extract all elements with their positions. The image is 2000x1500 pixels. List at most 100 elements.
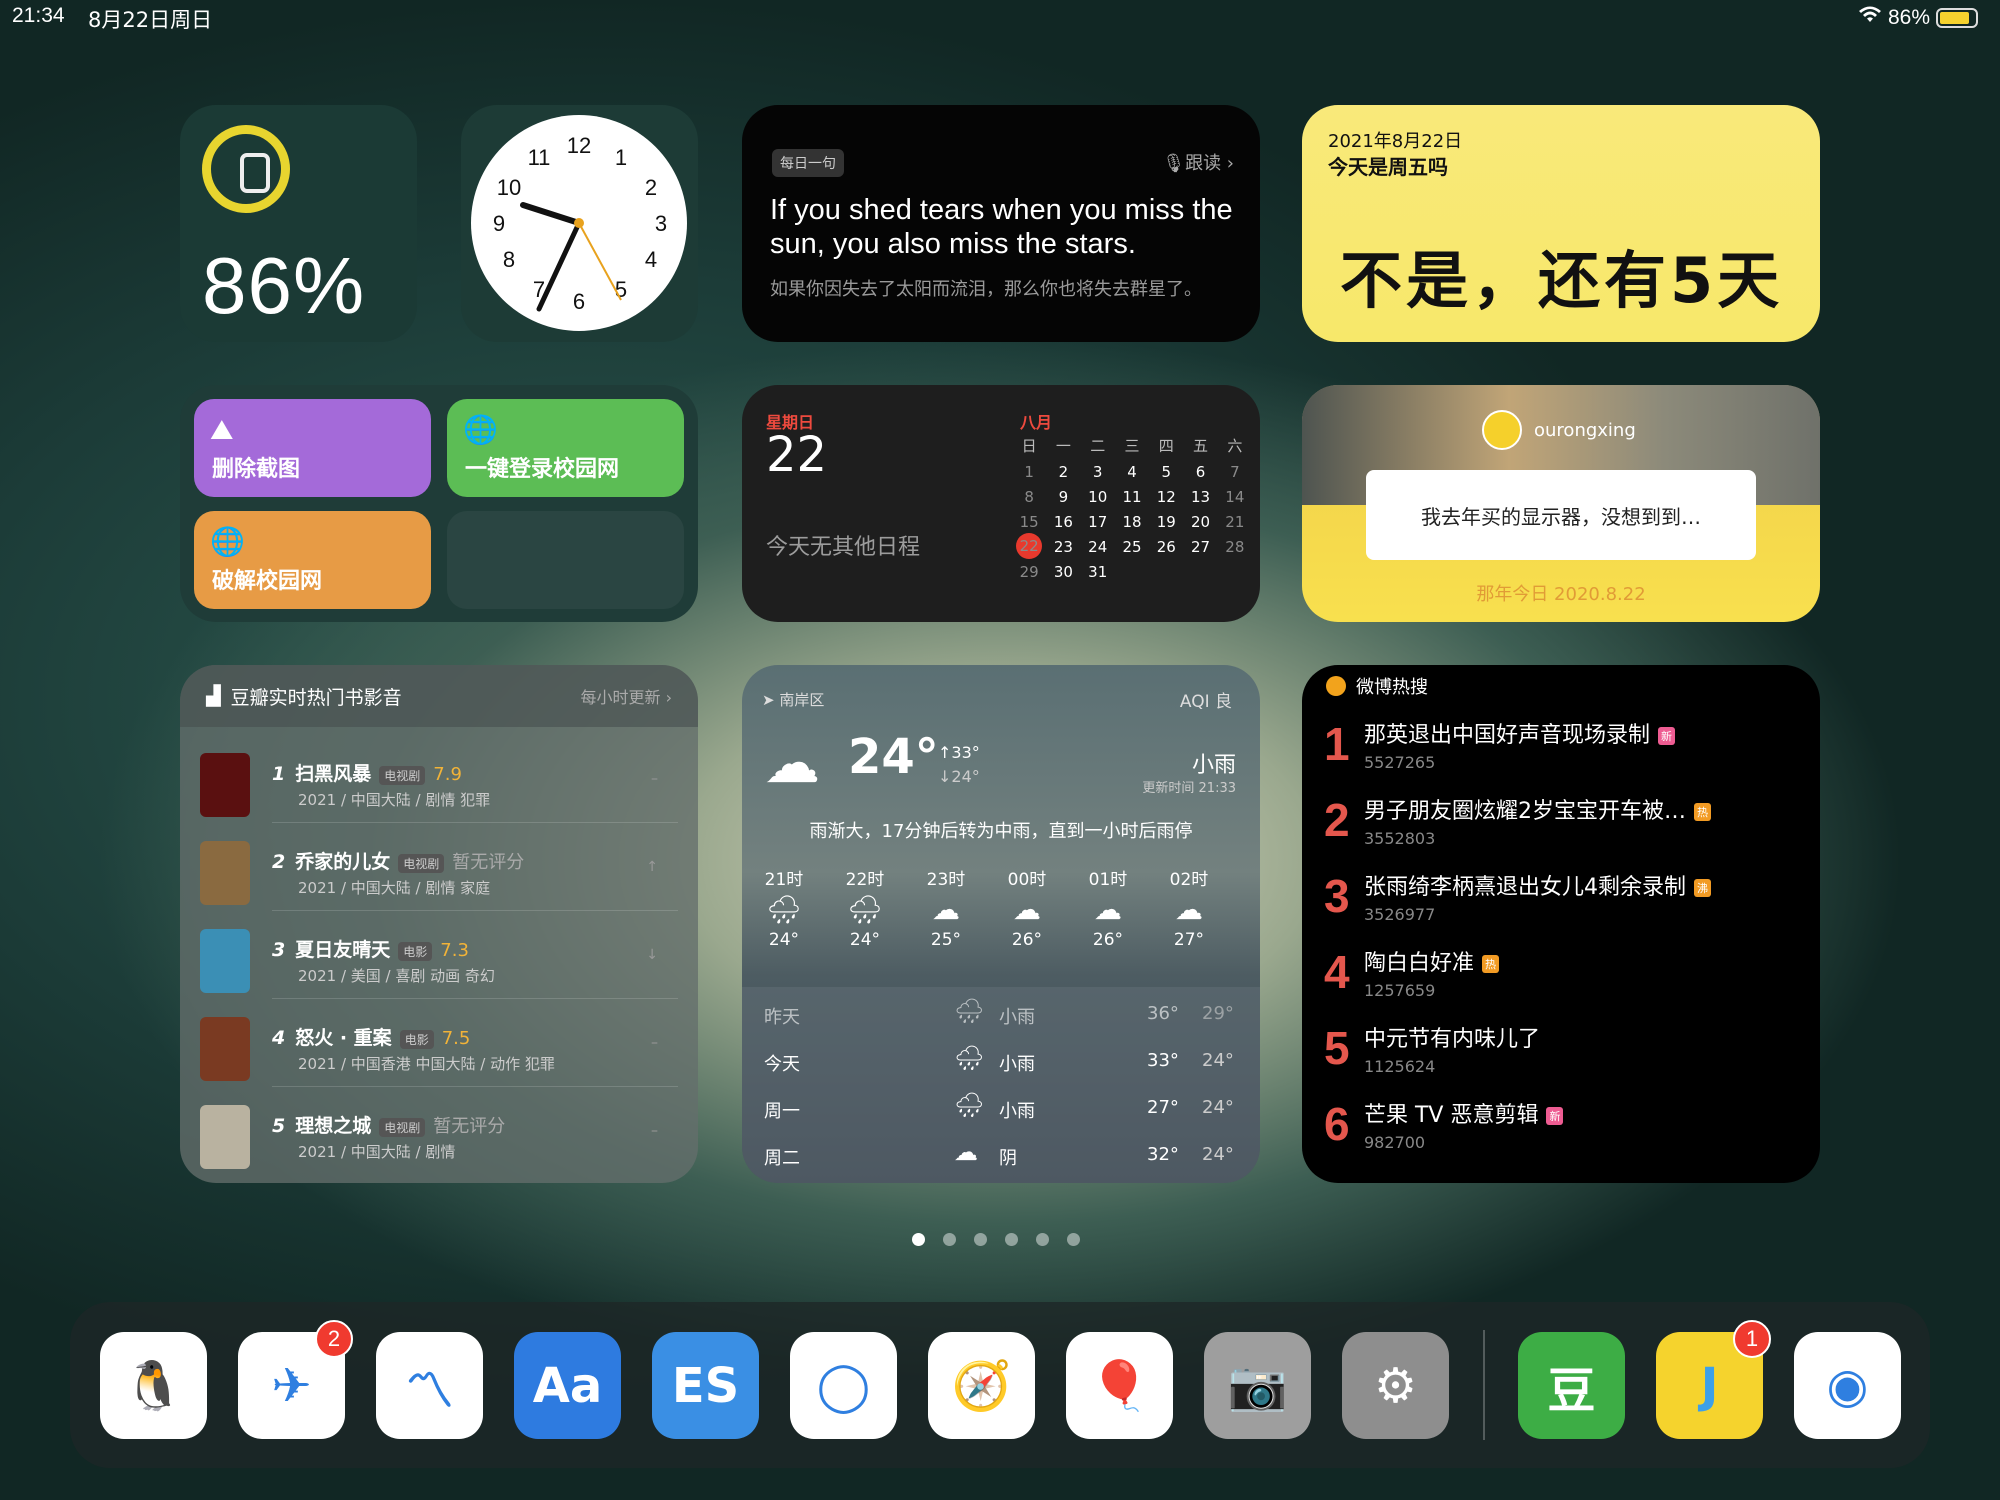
camera-app[interactable]: 📷 xyxy=(1204,1332,1311,1439)
douban-item[interactable]: 4 怒火 · 重案 电影 7.5 2021 / 中国香港 中国大陆 / 动作 犯罪 – xyxy=(200,999,678,1087)
douban-item-title: 4 怒火 · 重案 电影 7.5 xyxy=(272,1027,471,1049)
weibo-header: 微博热搜 xyxy=(1326,673,1428,699)
weibo-item[interactable]: 6 芒果 TV 恶意剪辑新 982700 xyxy=(1302,1089,1820,1165)
svg-text:10: 10 xyxy=(497,175,521,200)
safari-app[interactable]: 🧭 xyxy=(928,1332,1035,1439)
weibo-rank: 1 xyxy=(1324,718,1350,770)
page-dot[interactable] xyxy=(1005,1233,1018,1246)
douban-icon: 豆 xyxy=(1547,1362,1596,1419)
calendar-today: 22 xyxy=(1016,533,1043,559)
page-dot[interactable] xyxy=(943,1233,956,1246)
daily-forecast: 周一 🌧 小雨 27° 24° xyxy=(764,1091,1234,1122)
calendar-date: 17 xyxy=(1088,513,1108,531)
ipad-icon xyxy=(240,153,270,193)
calendar-header: 一 xyxy=(1055,437,1071,455)
douban-item[interactable]: 3 夏日友晴天 电影 7.3 2021 / 美国 / 喜剧 动画 奇幻 ↓ xyxy=(200,911,678,999)
weibo-item[interactable]: 3 张雨绮李柄熹退出女儿4剩余录制沸 3526977 xyxy=(1302,861,1820,937)
douban-item-title: 2 乔家的儿女 电视剧 暂无评分 xyxy=(272,851,525,873)
clock-face: 12 1 2 345 678 9 10 11 xyxy=(471,115,687,331)
poster-image xyxy=(200,1105,250,1169)
weibo-item[interactable]: 5 中元节有内味儿了 1125624 xyxy=(1302,1013,1820,1089)
weibo-tag: 热 xyxy=(1482,955,1500,973)
weibo-item[interactable]: 4 陶白白好准热 1257659 xyxy=(1302,937,1820,1013)
cloud-icon: ☁ xyxy=(1013,893,1041,926)
memory-user: ourongxing xyxy=(1482,410,1636,450)
douban-item[interactable]: 2 乔家的儿女 电视剧 暂无评分 2021 / 中国大陆 / 剧情 家庭 ↑ xyxy=(200,823,678,911)
douban-item-title: 3 夏日友晴天 电影 7.3 xyxy=(272,939,469,961)
weibo-rank: 6 xyxy=(1324,1098,1350,1150)
mountain-icon: ⛰ xyxy=(210,413,234,446)
cloud-icon: ☁ xyxy=(1175,893,1203,926)
calendar-header: 六 xyxy=(1227,437,1243,455)
weibo-count: 982700 xyxy=(1364,1133,1426,1152)
dictionary-app[interactable]: Aa xyxy=(514,1332,621,1439)
calendar-date: 28 xyxy=(1225,538,1245,556)
hourly-forecast: 22时 🌧 24° xyxy=(835,865,895,950)
settings-app[interactable]: ⚙ xyxy=(1342,1332,1449,1439)
trend-icon: – xyxy=(651,1035,658,1051)
douban-widget[interactable]: ▟ 豆瓣实时热门书影音 每小时更新 › 1 扫黑风暴 电视剧 7.9 2021 / 中… xyxy=(180,665,698,1183)
page-dot[interactable] xyxy=(912,1233,925,1246)
clock-widget[interactable]: 12 1 2 345 678 9 10 11 xyxy=(461,105,698,342)
gear-icon: ⚙ xyxy=(1373,1357,1418,1414)
svg-text:2: 2 xyxy=(645,175,657,200)
weibo-tag: 热 xyxy=(1694,803,1711,821)
calendar-widget[interactable]: 星期日 22 今天无其他日程 八月 日一二三四五六 1 2 3 4 5 6 7 8 9 10 11 12… xyxy=(742,385,1260,622)
calendar-header: 二 xyxy=(1090,437,1106,455)
weather-widget[interactable]: ➤ 南岸区 AQI 良 ☁ 24° ↑33° ↓24° 小雨 更新时间 21:3… xyxy=(742,665,1260,1183)
calendar-date: 11 xyxy=(1122,488,1142,506)
shortcut-delete-screenshots[interactable]: ⛰ 删除截图 xyxy=(194,399,431,497)
calendar-date: 14 xyxy=(1225,488,1245,506)
douban-item[interactable]: 1 扫黑风暴 电视剧 7.9 2021 / 中国大陆 / 剧情 犯罪 – xyxy=(200,735,678,823)
daily-quote-widget[interactable]: 每日一句 🎙跟读 › If you shed tears when you mi… xyxy=(742,105,1260,342)
svg-text:1: 1 xyxy=(615,145,627,170)
friday-widget[interactable]: 2021年8月22日 今天是周五吗 不是，还有5天 xyxy=(1302,105,1820,342)
qq-app[interactable]: 🐧 xyxy=(100,1332,207,1439)
weibo-item-title: 中元节有内味儿了 xyxy=(1364,1027,1541,1052)
weibo-item[interactable]: 1 那英退出中国好声音现场录制新 5527265 xyxy=(1302,709,1820,785)
penguin-icon: 🐧 xyxy=(123,1358,184,1414)
app-3[interactable]: 〽 xyxy=(376,1332,483,1439)
balloon-icon: 🎈 xyxy=(1089,1358,1150,1414)
douban-item-meta: 2021 / 中国大陆 / 剧情 家庭 xyxy=(298,879,491,897)
dock: 🐧 ✈ 2 〽 Aa ES ◯ 🧭 🎈 📷 ⚙ 豆 J 1 ◉ xyxy=(70,1302,1930,1468)
calendar-no-events: 今天无其他日程 xyxy=(766,535,921,560)
globe-icon: 🌐 xyxy=(210,525,245,558)
shortcut-crack-campus[interactable]: 🌐 破解校园网 xyxy=(194,511,431,609)
weibo-count: 3526977 xyxy=(1364,905,1436,924)
page-indicator[interactable] xyxy=(912,1233,1080,1246)
calendar-date: 12 xyxy=(1156,488,1176,506)
compass-icon: 🧭 xyxy=(951,1358,1012,1414)
calendar-date: 27 xyxy=(1191,538,1211,556)
clock-dial: 12 12 345 678 91011 xyxy=(493,133,667,314)
globe-icon: 🌐 xyxy=(463,413,498,446)
app-8[interactable]: 🎈 xyxy=(1066,1332,1173,1439)
weibo-app[interactable]: ◉ xyxy=(1794,1332,1901,1439)
douban-update[interactable]: 每小时更新 › xyxy=(581,684,673,708)
follow-read-button[interactable]: 🎙跟读 › xyxy=(1162,149,1234,175)
weibo-item[interactable]: 2 男子朋友圈炫耀2岁宝宝开车被… 热 3552803 xyxy=(1302,785,1820,861)
weather-daily: 昨天 🌧 小雨 36° 29° 今天 🌧 小雨 33° 24° 周一 🌧 小雨 27° 24° 周二 ☁ 阴 32°… xyxy=(742,987,1260,1183)
weibo-rank: 3 xyxy=(1324,870,1350,922)
svg-text:6: 6 xyxy=(573,289,585,314)
rain-icon: 🌧 xyxy=(847,893,883,926)
battery-widget[interactable]: 86% xyxy=(180,105,417,342)
avatar xyxy=(1482,410,1522,450)
douban-item[interactable]: 5 理想之城 电视剧 暂无评分 2021 / 中国大陆 / 剧情 – xyxy=(200,1087,678,1175)
shortcut-campus-login[interactable]: 🌐 一键登录校园网 xyxy=(447,399,684,497)
telegram-app[interactable]: ✈ 2 xyxy=(238,1320,353,1439)
page-dot[interactable] xyxy=(1067,1233,1080,1246)
douban-app[interactable]: 豆 xyxy=(1518,1332,1625,1439)
page-dot[interactable] xyxy=(974,1233,987,1246)
aa-search-icon: Aa xyxy=(532,1357,603,1414)
camera-icon: 📷 xyxy=(1227,1358,1288,1414)
memory-widget[interactable]: ourongxing 我去年买的显示器，没想到到… 那年今日 2020.8.22 xyxy=(1302,385,1820,622)
page-dot[interactable] xyxy=(1036,1233,1049,1246)
calendar-date: 29 xyxy=(1019,563,1039,581)
rain-icon: 🌧 xyxy=(954,997,985,1025)
es-file-app[interactable]: ES xyxy=(652,1332,759,1439)
app-6[interactable]: ◯ xyxy=(790,1332,897,1439)
calendar-month: 八月 xyxy=(1020,413,1053,432)
weibo-widget[interactable]: 微博热搜 1 那英退出中国好声音现场录制新 5527265 2 男子朋友圈炫耀2岁… xyxy=(1302,665,1820,1183)
app-12[interactable]: J1 xyxy=(1656,1320,1771,1439)
